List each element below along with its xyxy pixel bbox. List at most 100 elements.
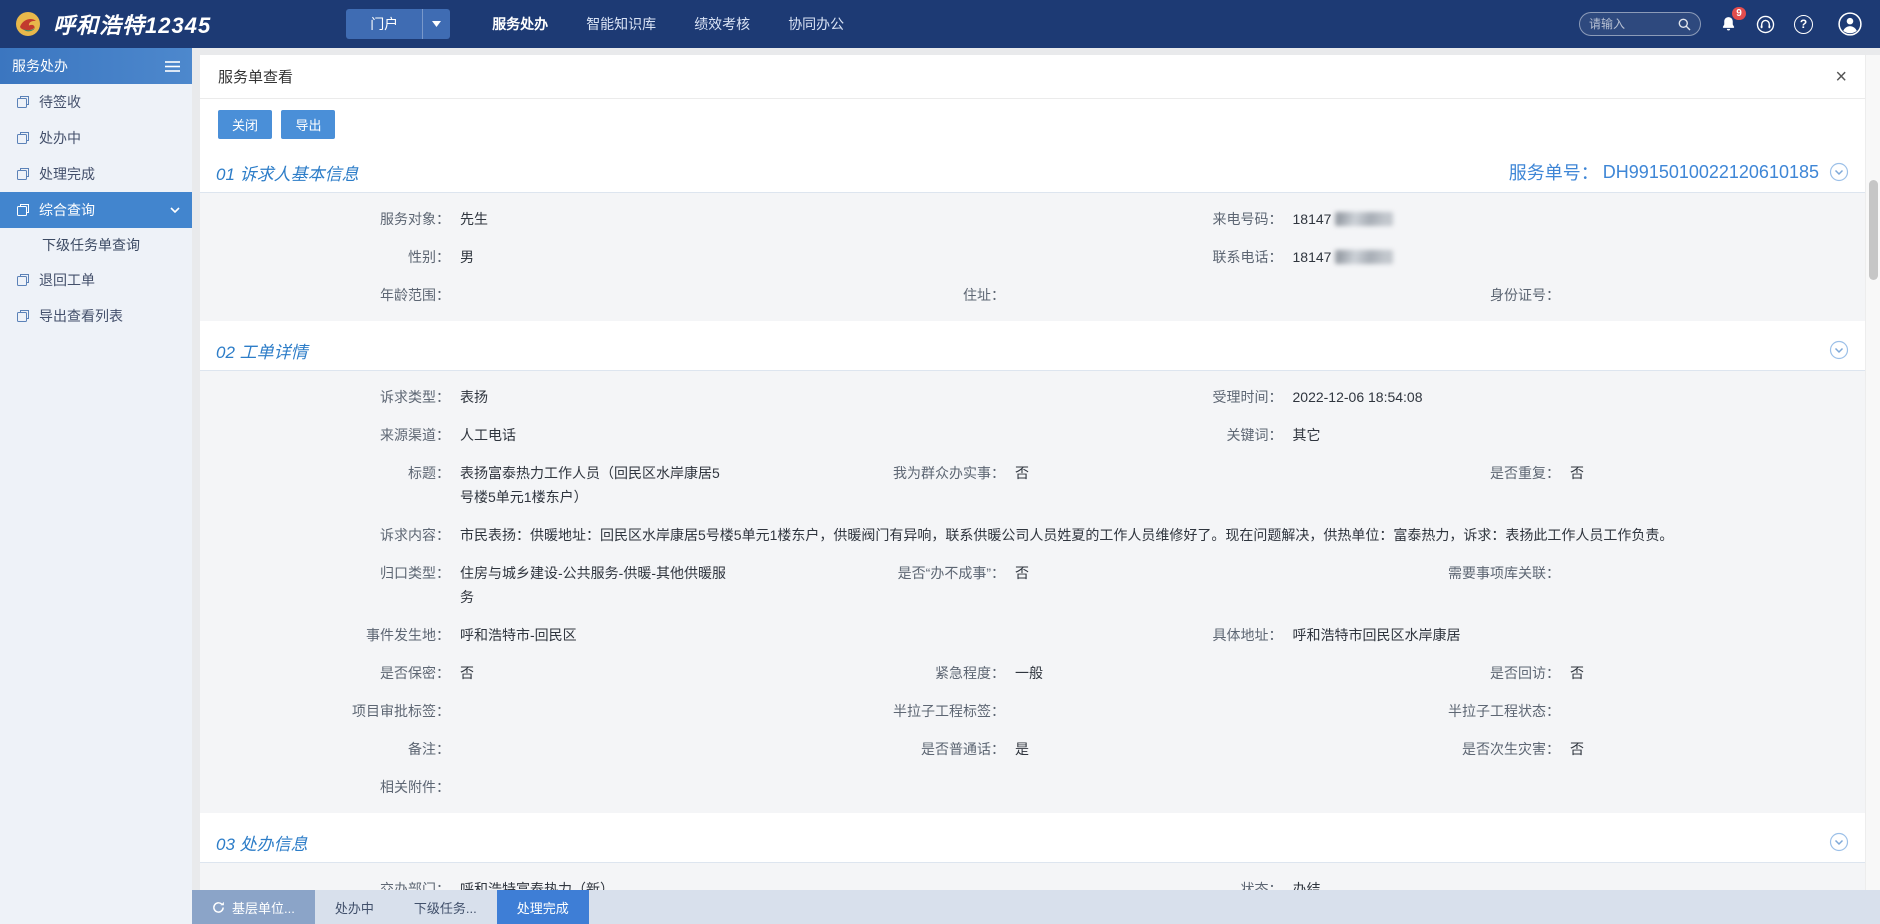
field-label: 是否保密：: [200, 661, 460, 685]
section2-title: 02 工单详情: [216, 338, 308, 363]
field-is-duplicate: 是否重复： 否: [1310, 461, 1865, 485]
redacted-blur: [1335, 212, 1393, 226]
main-area: 服务单查看 × 关闭 导出 01 诉求人基本信息 服务单号： DH9915010…: [192, 48, 1880, 924]
sidebar-item-comprehensive-query[interactable]: 综合查询: [0, 192, 192, 228]
field-callback: 是否回访： 否: [1310, 661, 1865, 685]
tab-label: 基层单位...: [232, 898, 295, 917]
doc-icon: [16, 167, 30, 181]
user-menu-button[interactable]: [1838, 12, 1862, 36]
field-label: 服务对象：: [200, 207, 460, 231]
field-specific-address: 具体地址： 呼和浩特市回民区水岸康居: [1033, 623, 1866, 647]
section1-title: 01 诉求人基本信息: [216, 160, 359, 185]
doc-icon: [16, 131, 30, 145]
phone-prefix: 18147: [1293, 249, 1332, 265]
toolbar: 关闭 导出: [200, 99, 1865, 143]
field-value: 否: [1570, 461, 1865, 485]
field-title: 标题： 表扬富泰热力工作人员（回民区水岸康居5号楼5单元1楼东户）: [200, 461, 755, 509]
sidebar-item-export-list[interactable]: 导出查看列表: [0, 298, 192, 334]
sidebar-item-in-progress[interactable]: 处办中: [0, 120, 192, 156]
search-box: [1579, 12, 1701, 36]
field-contact-phone: 联系电话： 18147: [1033, 245, 1866, 269]
sidebar: 服务处办 待签收 处办中 处理完成 综合查询 下级任务单查询 退回工单 导出查看…: [0, 48, 192, 924]
field-value: 2022-12-06 18:54:08: [1293, 385, 1866, 409]
field-value: 一般: [1015, 661, 1310, 685]
service-order-panel: 服务单查看 × 关闭 导出 01 诉求人基本信息 服务单号： DH9915010…: [200, 55, 1865, 890]
portal-button[interactable]: 门户: [346, 9, 422, 39]
field-label: 半拉子工程状态：: [1310, 699, 1570, 723]
field-label: 诉求类型：: [200, 385, 460, 409]
tab-in-progress[interactable]: 处办中: [315, 890, 394, 924]
field-gender: 性别： 男: [200, 245, 1033, 269]
collapse-section-icon[interactable]: [1829, 340, 1849, 360]
field-label: 是否普通话：: [755, 737, 1015, 761]
field-value: 呼和浩特富泰热力（新）: [460, 877, 1033, 890]
field-for-masses: 我为群众办实事： 否: [755, 461, 1310, 485]
section-handling-info: 03 处办信息 交办部门： 呼和浩特富泰热力（新） 状态： 办结: [200, 822, 1865, 890]
sidebar-title: 服务处办: [12, 56, 68, 76]
nav-knowledge-base[interactable]: 智能知识库: [586, 14, 656, 34]
close-icon[interactable]: ×: [1835, 67, 1847, 87]
field-value: 住房与城乡建设-公共服务-供暖-其他供暖服务: [460, 561, 755, 609]
field-label: 标题：: [200, 461, 460, 485]
field-value: 呼和浩特市回民区水岸康居: [1293, 623, 1866, 647]
tab-base-units[interactable]: 基层单位...: [192, 890, 315, 924]
field-value: 否: [1015, 561, 1310, 585]
field-source-channel: 来源渠道： 人工电话: [200, 423, 1033, 447]
field-age-range: 年龄范围：: [200, 283, 755, 307]
portal-dropdown-button[interactable]: [422, 9, 450, 39]
tab-label: 处办中: [335, 898, 374, 917]
field-value: 办结: [1293, 877, 1866, 890]
field-banlazi-tag: 半拉子工程标签：: [755, 699, 1310, 723]
nav-performance[interactable]: 绩效考核: [694, 14, 750, 34]
sidebar-item-label: 退回工单: [39, 270, 95, 290]
field-value: 男: [460, 245, 1033, 269]
field-assign-dept: 交办部门： 呼和浩特富泰热力（新）: [200, 877, 1033, 890]
field-label: 我为群众办实事：: [755, 461, 1015, 485]
user-avatar-icon: [1838, 12, 1862, 36]
collapse-sidebar-icon[interactable]: [165, 60, 180, 73]
field-value: 是: [1015, 737, 1310, 761]
field-label: 状态：: [1033, 877, 1293, 890]
tab-label: 处理完成: [517, 898, 569, 917]
field-appeal-content: 诉求内容： 市民表扬：供暖地址：回民区水岸康居5号楼5单元1楼东户，供暖阀门有异…: [200, 523, 1865, 547]
page-title: 服务单查看: [218, 66, 293, 87]
search-input[interactable]: [1589, 17, 1674, 31]
portal-menu: 门户: [346, 9, 450, 39]
field-label: 身份证号：: [1310, 283, 1570, 307]
tab-label: 下级任务...: [414, 898, 477, 917]
section1-body: 服务对象： 先生 来电号码： 18147 性别： 男 联系电话：: [200, 193, 1865, 321]
help-button[interactable]: ?: [1794, 15, 1813, 34]
sidebar-item-subordinate-task-query[interactable]: 下级任务单查询: [0, 228, 192, 262]
nav-service-handling[interactable]: 服务处办: [492, 14, 548, 34]
search-icon[interactable]: [1678, 18, 1691, 31]
sidebar-item-label: 处办中: [39, 128, 81, 148]
export-button[interactable]: 导出: [281, 110, 335, 139]
sidebar-item-completed[interactable]: 处理完成: [0, 156, 192, 192]
sidebar-item-returned-orders[interactable]: 退回工单: [0, 262, 192, 298]
collapse-section-icon[interactable]: [1829, 162, 1849, 182]
service-center-button[interactable]: [1756, 15, 1775, 34]
field-label: 性别：: [200, 245, 460, 269]
collapse-section-icon[interactable]: [1829, 832, 1849, 852]
section2-header: 02 工单详情: [200, 330, 1865, 371]
field-remark: 备注：: [200, 737, 755, 761]
vertical-scrollbar[interactable]: [1865, 55, 1880, 890]
field-value: 否: [1570, 661, 1865, 685]
field-confidential: 是否保密： 否: [200, 661, 755, 685]
field-id-number: 身份证号：: [1310, 283, 1865, 307]
field-value: 先生: [460, 207, 1033, 231]
scrollbar-thumb[interactable]: [1869, 180, 1878, 280]
panel-header: 服务单查看 ×: [200, 55, 1865, 99]
sidebar-item-label: 导出查看列表: [39, 306, 123, 326]
field-service-target: 服务对象： 先生: [200, 207, 1033, 231]
tab-subordinate-tasks[interactable]: 下级任务...: [394, 890, 497, 924]
tab-completed[interactable]: 处理完成: [497, 890, 589, 924]
sidebar-item-label: 处理完成: [39, 164, 95, 184]
sidebar-item-pending-sign[interactable]: 待签收: [0, 84, 192, 120]
field-label: 受理时间：: [1033, 385, 1293, 409]
close-button[interactable]: 关闭: [218, 110, 272, 139]
field-label: 具体地址：: [1033, 623, 1293, 647]
nav-collaboration[interactable]: 协同办公: [788, 14, 844, 34]
field-label: 归口类型：: [200, 561, 460, 585]
notifications-button[interactable]: 9: [1720, 15, 1737, 33]
